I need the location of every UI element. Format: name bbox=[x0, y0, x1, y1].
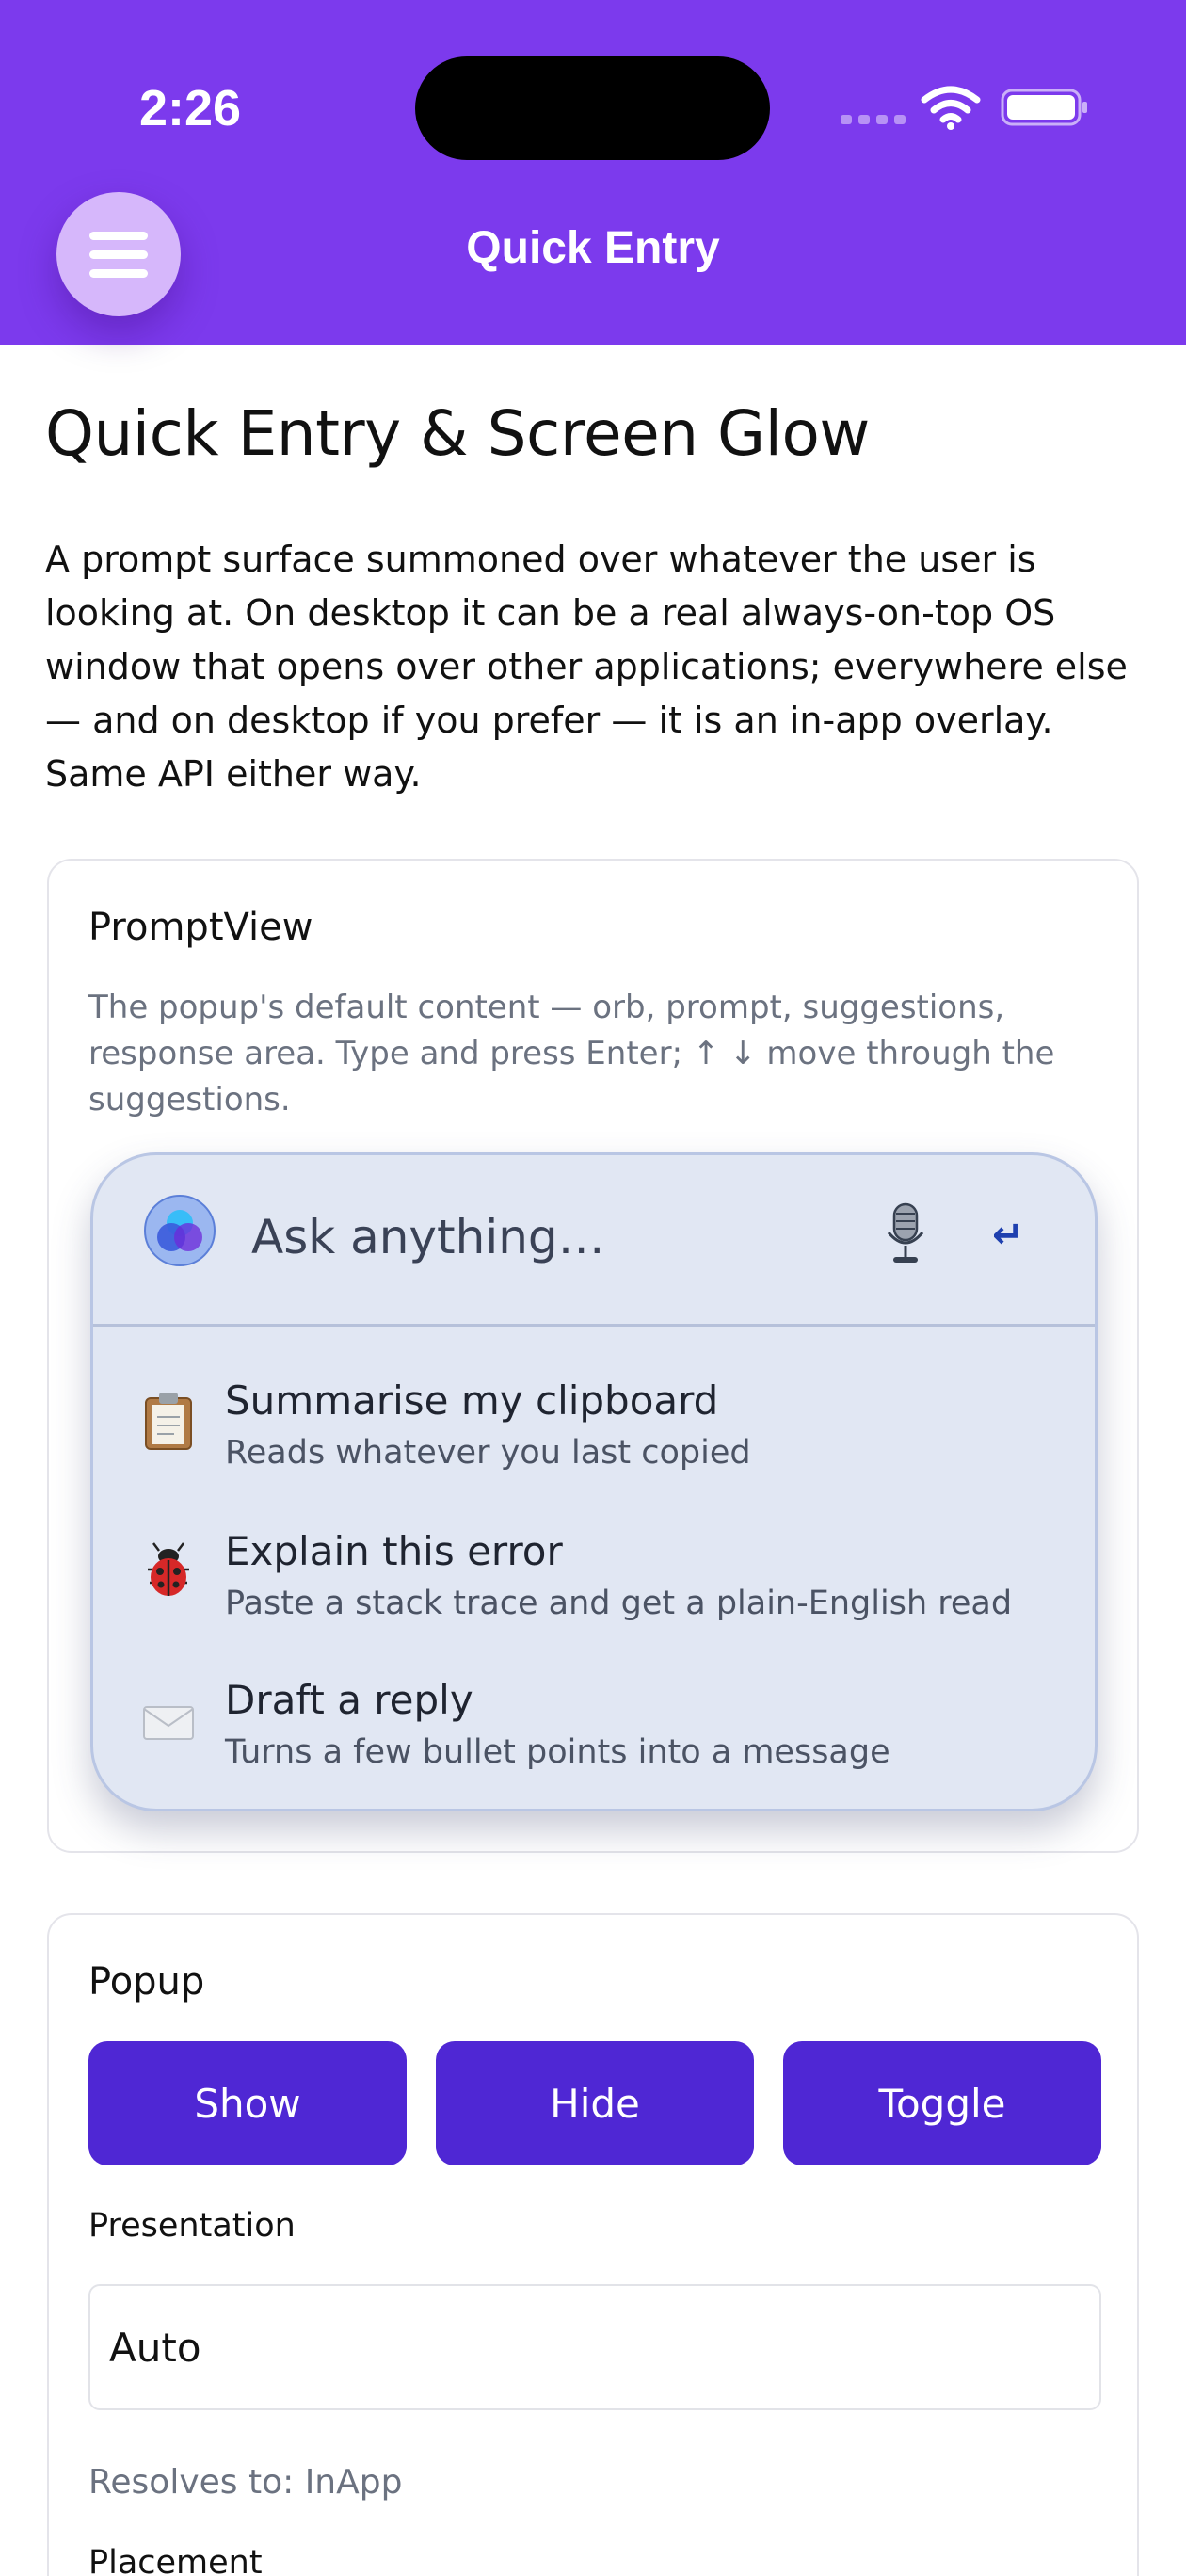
status-time: 2:26 bbox=[139, 80, 242, 137]
signal-icon bbox=[841, 113, 906, 126]
suggestion-item[interactable]: Summarise my clipboard Reads whatever yo… bbox=[93, 1353, 1095, 1494]
card-description: The popup's default content — orb, promp… bbox=[88, 989, 1055, 1119]
presentation-label: Presentation bbox=[88, 2207, 296, 2245]
prompt-input[interactable] bbox=[251, 1204, 816, 1270]
card-title: PromptView bbox=[88, 906, 313, 949]
envelope-icon bbox=[143, 1706, 194, 1740]
wifi-icon bbox=[921, 86, 981, 130]
microphone-icon[interactable] bbox=[882, 1200, 929, 1266]
enter-icon[interactable]: ↵ bbox=[992, 1214, 1035, 1257]
header-title: Quick Entry bbox=[466, 223, 720, 273]
popup-card: Popup Show Hide Toggle Presentation Auto… bbox=[47, 1913, 1139, 2576]
battery-icon bbox=[1001, 89, 1087, 126]
hide-button[interactable]: Hide bbox=[436, 2041, 754, 2165]
app-header: 2:26 Quick Entry bbox=[0, 0, 1186, 345]
suggestion-item[interactable]: Explain this error Paste a stack trace a… bbox=[93, 1504, 1095, 1645]
page-title: Quick Entry & Screen Glow bbox=[45, 397, 870, 470]
suggestion-item[interactable]: Draft a reply Turns a few bullet points … bbox=[93, 1652, 1095, 1794]
suggestion-subtitle: Reads whatever you last copied bbox=[225, 1434, 751, 1472]
dynamic-island bbox=[415, 56, 770, 160]
resolves-to-text: Resolves to: InApp bbox=[88, 2463, 403, 2502]
popup-button-row: Show Hide Toggle bbox=[88, 2041, 1101, 2165]
toggle-button[interactable]: Toggle bbox=[783, 2041, 1101, 2165]
prompt-view-card: PromptView The popup's default content —… bbox=[47, 859, 1139, 1853]
prompt-panel: ↵ Summarise my clipboard Reads whatever … bbox=[90, 1152, 1098, 1811]
suggestion-title: Explain this error bbox=[225, 1528, 563, 1574]
presentation-select[interactable]: Auto bbox=[88, 2284, 1101, 2410]
prompt-header: ↵ bbox=[93, 1155, 1095, 1327]
suggestion-subtitle: Paste a stack trace and get a plain-Engl… bbox=[225, 1585, 1013, 1622]
suggestion-title: Summarise my clipboard bbox=[225, 1377, 719, 1424]
ladybug-icon bbox=[148, 1542, 189, 1596]
card-title: Popup bbox=[88, 1960, 205, 2004]
placement-label: Placement bbox=[88, 2544, 263, 2576]
page-intro: A prompt surface summoned over whatever … bbox=[45, 539, 1128, 795]
show-button[interactable]: Show bbox=[88, 2041, 407, 2165]
suggestion-title: Draft a reply bbox=[225, 1677, 473, 1723]
orb-icon bbox=[144, 1195, 216, 1266]
suggestion-subtitle: Turns a few bullet points into a message bbox=[225, 1733, 890, 1771]
clipboard-icon bbox=[145, 1393, 192, 1450]
